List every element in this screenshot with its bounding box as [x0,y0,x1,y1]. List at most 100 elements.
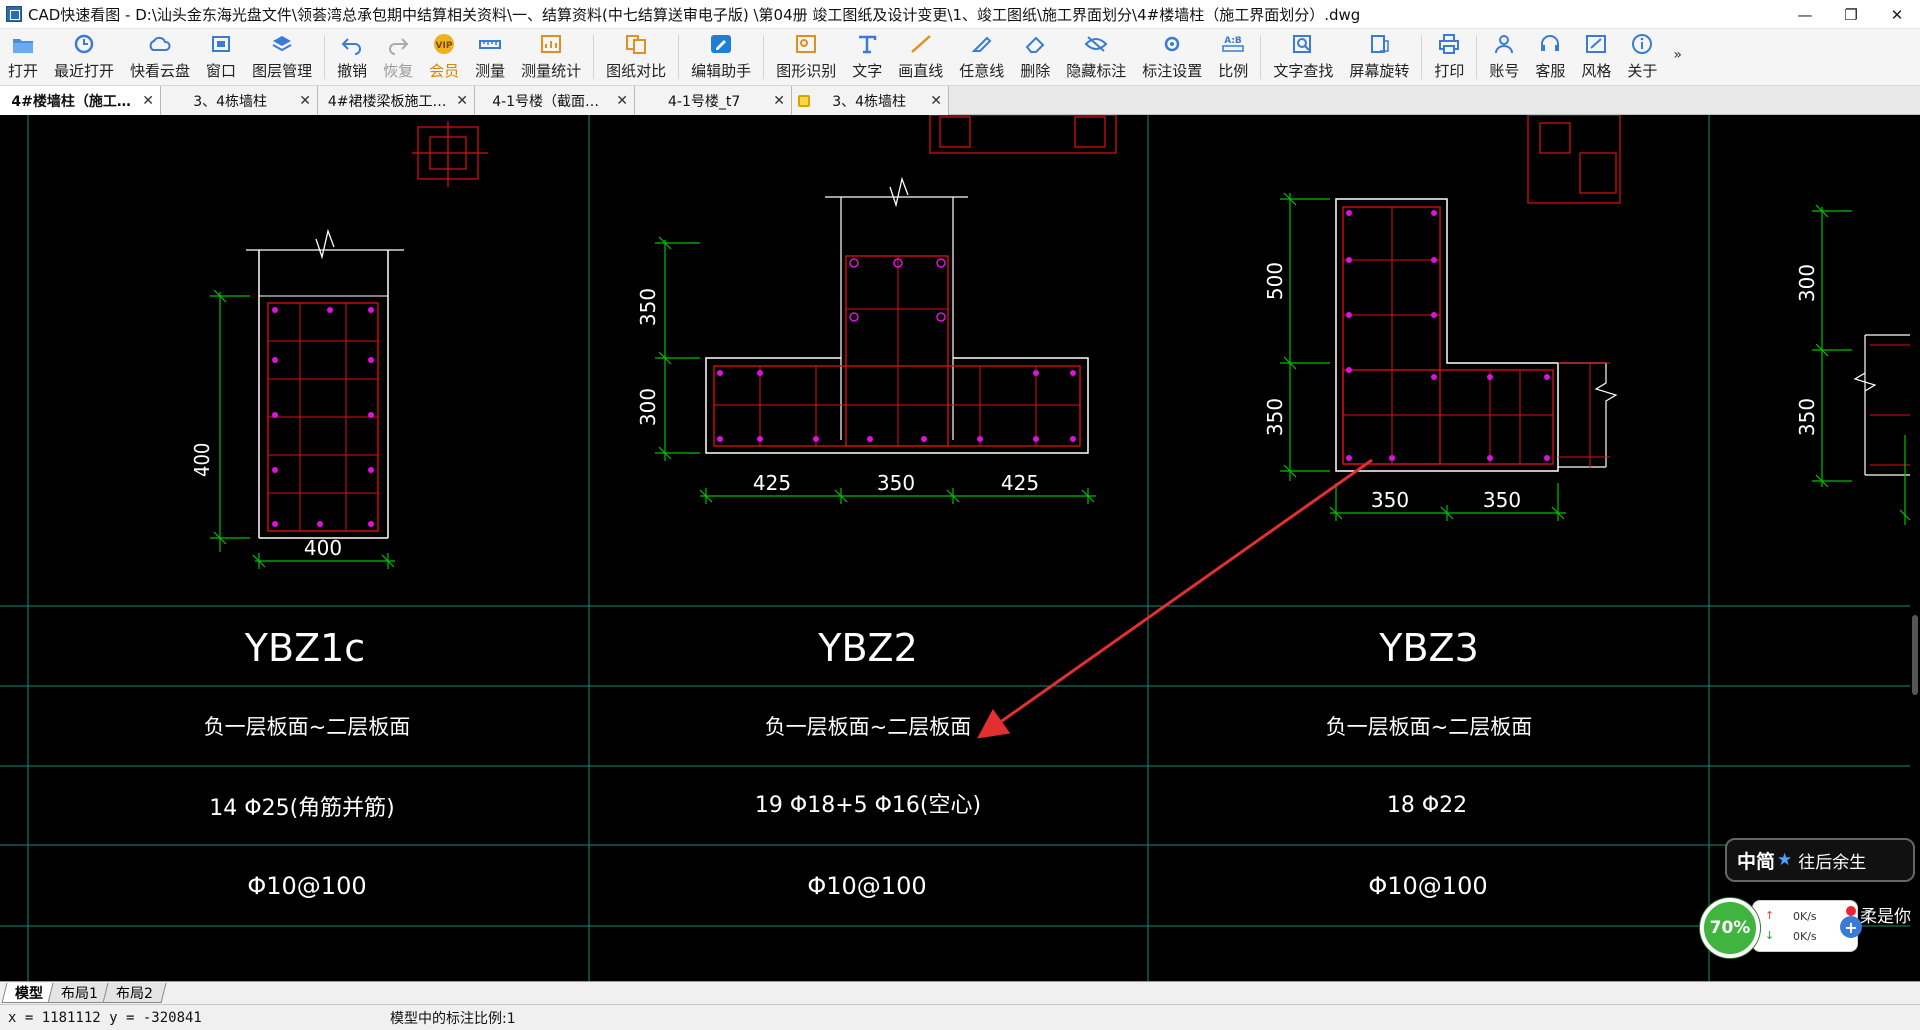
dim-ybz2-width-3: 425 [1001,471,1039,495]
doc-tab[interactable]: 4-1号楼（截面… ✕ [475,86,635,115]
close-tab-icon[interactable]: ✕ [142,93,154,109]
draw-line-button[interactable]: 画直线 [890,28,951,85]
info-icon [1629,32,1655,56]
minimize-button[interactable]: — [1782,0,1828,29]
recent-clock-icon [71,32,97,56]
shape-recognize-button[interactable]: 图形识别 [768,28,844,85]
undo-button[interactable]: 撤销 [329,28,375,85]
hide-annotation-button[interactable]: 隐藏标注 [1058,28,1134,85]
download-arrow-icon: ↓ [1765,929,1775,942]
measure-button[interactable]: 测量 [467,28,513,85]
drawing-canvas[interactable]: 400 400 350 300 425 350 425 500 350 350 … [0,115,1920,981]
vip-button[interactable]: VIP 会员 [421,28,467,85]
about-button[interactable]: 关于 [1619,28,1665,85]
dim-ybz1c-width: 400 [304,536,342,560]
stirrup-ybz2: Φ10@100 [807,872,926,900]
close-tab-icon[interactable]: ✕ [773,93,785,109]
title-bar: CAD快速看图 - D:\汕头金东海光盘文件\领荟湾总承包期中结算相关资料\一、… [0,0,1920,29]
open-button[interactable]: 打开 [0,28,46,85]
print-button[interactable]: 打印 [1426,28,1472,85]
close-button[interactable]: ✕ [1874,0,1920,29]
open-folder-icon [10,32,36,56]
music-tag[interactable]: 中简 ★ 往后余生 [1725,838,1915,882]
doc-tab[interactable]: 3、4栋墙柱 ✕ [161,86,318,115]
memory-percent-badge[interactable]: 70% [1700,898,1760,958]
app-window: CAD快速看图 - D:\汕头金东海光盘文件\领荟湾总承包期中结算相关资料\一、… [0,0,1920,1030]
dim-ybz3-height-1: 500 [1263,262,1287,300]
text-button[interactable]: 文字 [844,28,890,85]
upload-speed: 0K/s [1793,910,1817,923]
account-button[interactable]: 账号 [1481,28,1527,85]
restore-button[interactable]: ❐ [1828,0,1874,29]
floating-widget[interactable]: 中简 ★ 往后余生 柔是你 ↑ 0K/s ↓ 0K/s + 70% [1700,838,1920,978]
compare-icon [623,32,649,56]
window-controls: — ❐ ✕ [1782,0,1920,29]
partial-detail-top [412,115,1621,204]
window-icon [208,32,234,56]
close-tab-icon[interactable]: ✕ [299,93,311,109]
level-range-ybz2: 负一层板面~二层板面 [765,715,972,739]
rebar-ybz1c: 14 Φ25(角筋并筋) [209,796,394,821]
doc-tab[interactable]: 4-1号楼_t7 ✕ [635,86,792,115]
text-search-label: 文字查找 [1273,62,1334,80]
doc-tab[interactable]: 4#裙楼梁板施工… ✕ [318,86,475,115]
layout-tabs: 模型 布局1 布局2 [0,981,1920,1004]
measure-stats-button[interactable]: 测量统计 [513,28,589,85]
notification-dot [1846,906,1856,916]
style-button[interactable]: 风格 [1573,28,1619,85]
account-icon [1491,32,1517,56]
measure-stats-label: 测量统计 [521,62,582,80]
style-label: 风格 [1581,62,1612,80]
vip-label: 会员 [429,62,460,80]
layout-tab-label: 布局1 [61,985,99,1002]
scale-label: 比例 [1218,62,1249,80]
layout-tab-1[interactable]: 布局1 [47,983,112,1003]
doc-tab[interactable]: 3、4栋墙柱 ✕ [792,86,949,115]
undo-icon [339,32,365,56]
shape-recognize-icon [793,32,819,56]
dim-col4-height-1: 300 [1795,264,1819,302]
layout-tab-label: 模型 [15,985,44,1002]
scrollbar-thumb[interactable] [1912,615,1918,695]
measure-stats-icon [538,32,564,56]
compare-label: 图纸对比 [606,62,667,80]
text-icon [854,32,880,56]
hide-annotation-icon [1083,32,1109,56]
support-button[interactable]: 客服 [1527,28,1573,85]
level-range-ybz1c: 负一层板面~二层板面 [204,715,411,739]
delete-label: 删除 [1020,62,1051,80]
line-icon [908,32,934,56]
edit-assistant-button[interactable]: 编辑助手 [683,28,759,85]
redo-icon [385,32,411,56]
close-tab-icon[interactable]: ✕ [616,93,628,109]
scale-button[interactable]: A:B 比例 [1210,28,1256,85]
add-icon[interactable]: + [1840,916,1862,938]
column-ybz1c-section [210,228,404,569]
draw-line-label: 画直线 [898,62,944,80]
cloud-button[interactable]: 快看云盘 [122,28,198,85]
layout-tab-2[interactable]: 布局2 [102,983,167,1003]
stirrup-ybz1c: Φ10@100 [247,872,366,900]
column-name-ybz1c: YBZ1c [244,626,365,670]
close-tab-icon[interactable]: ✕ [930,93,942,109]
redo-button[interactable]: 恢复 [375,28,421,85]
toolbar-more-button[interactable]: » [1673,47,1682,63]
recent-open-button[interactable]: 最近打开 [46,28,122,85]
edit-assistant-label: 编辑助手 [691,62,752,80]
freehand-button[interactable]: 任意线 [951,28,1012,85]
recent-open-label: 最近打开 [54,62,115,80]
layers-button[interactable]: 图层管理 [244,28,320,85]
lock-icon [798,94,810,107]
toolbar-divider [1476,35,1478,79]
text-search-button[interactable]: 文字查找 [1265,28,1341,85]
rotate-screen-label: 屏幕旋转 [1349,62,1410,80]
compare-button[interactable]: 图纸对比 [598,28,674,85]
window-button[interactable]: 窗口 [198,28,244,85]
doc-tab-label: 4-1号楼_t7 [668,93,741,110]
rotate-screen-button[interactable]: 屏幕旋转 [1341,28,1417,85]
delete-button[interactable]: 删除 [1012,28,1058,85]
close-tab-icon[interactable]: ✕ [456,93,468,109]
annotation-settings-button[interactable]: 标注设置 [1134,28,1210,85]
doc-tab[interactable]: 4#楼墙柱（施工… ✕ [0,86,161,115]
annotation-settings-label: 标注设置 [1142,62,1203,80]
